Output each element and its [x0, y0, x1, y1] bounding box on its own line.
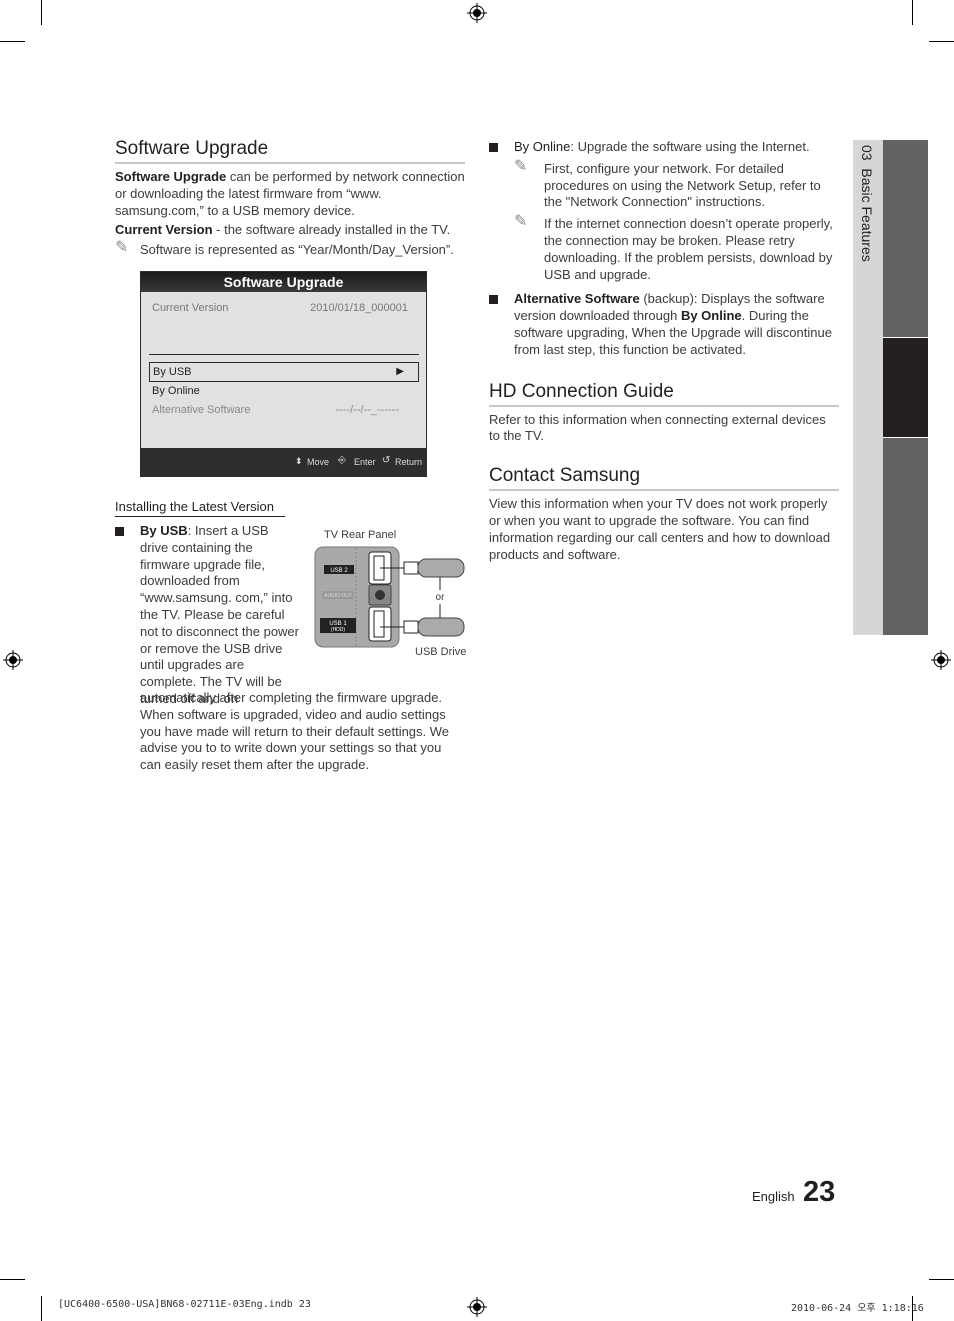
crop-mark — [0, 1279, 25, 1280]
usb-drive-top — [417, 558, 465, 578]
registration-mark-icon — [467, 1297, 487, 1317]
osd-item-label: By USB — [153, 366, 192, 378]
installing-subheading: Installing the Latest Version — [115, 499, 285, 517]
crop-mark — [912, 0, 913, 25]
section-heading-hd-connection: HD Connection Guide — [489, 381, 839, 407]
chapter-tab-block — [883, 140, 928, 337]
hd-connection-text: Refer to this information when connectin… — [489, 411, 826, 444]
crop-mark — [929, 1279, 954, 1280]
registration-mark-icon — [931, 650, 951, 670]
osd-move-label: Move — [307, 457, 330, 467]
move-icon: ⬍ — [295, 456, 303, 466]
bullet-by-usb: By USB: Insert a USB drive containing th… — [115, 523, 300, 708]
by-usb-continued: automatically after completing the firmw… — [140, 690, 450, 773]
chapter-label: 03 Basic Features — [859, 145, 875, 262]
bullet-square-icon — [489, 295, 498, 305]
registration-mark-icon — [3, 650, 23, 670]
tv-rear-panel-label: TV Rear Panel — [324, 529, 397, 541]
osd-alternative-value: ----/--/--_------ — [335, 404, 399, 416]
current-version-text: - the software already installed in the … — [212, 222, 451, 238]
chapter-tab-active — [883, 338, 928, 437]
usb-drive-label: USB Drive — [415, 646, 467, 658]
pencil-note-icon: ✎ — [514, 213, 528, 231]
crop-mark — [41, 0, 42, 25]
chapter-tab-block — [883, 438, 928, 635]
by-usb-item: By USB: Insert a USB drive containing th… — [115, 523, 300, 708]
pencil-note-icon: ✎ — [115, 239, 129, 257]
note-text: Software is represented as “Year/Month/D… — [140, 242, 454, 258]
usb-drive-bottom — [417, 617, 465, 637]
right-arrow-icon: ▶ — [396, 366, 404, 377]
chapter-title: Basic Features — [859, 168, 875, 262]
crop-mark — [0, 41, 25, 42]
pencil-note-icon: ✎ — [514, 157, 528, 175]
right-column: By Online: Upgrade the software using th… — [489, 139, 839, 566]
by-online-text: : Upgrade the software using the Interne… — [570, 139, 810, 154]
osd-item-by-usb[interactable]: By USB ▶ — [149, 362, 419, 382]
osd-item-alternative-software[interactable]: Alternative Software — [152, 404, 250, 416]
footer-language: English — [752, 1189, 795, 1204]
bullet-square-icon — [115, 527, 124, 536]
bullet-by-online: By Online: Upgrade the software using th… — [489, 139, 839, 156]
usb-port-bottom — [368, 606, 392, 642]
slug-file: [UC6400-6500-USA]BN68-02711E-03Eng.indb … — [58, 1299, 311, 1310]
contact-text: View this information when your TV does … — [489, 496, 831, 562]
section-heading-contact-samsung: Contact Samsung — [489, 465, 839, 492]
bullet-alternative-software: Alternative Software (backup): Displays … — [489, 291, 839, 358]
audio-out-text: AUDIO OUT — [324, 593, 352, 599]
alt-bold-2: By Online — [680, 308, 742, 324]
current-version-paragraph: Current Version - the software already i… — [115, 222, 465, 239]
osd-footer: ⬍ Move ⎆ Enter ↺ Return — [141, 448, 426, 476]
usb-plug-top — [403, 561, 419, 575]
usb1-sub-text: (HDD) — [331, 627, 345, 633]
intro-paragraph: Software Upgrade can be performed by net… — [115, 169, 465, 219]
page-number: 23 — [803, 1176, 836, 1208]
osd-title: Software Upgrade — [141, 272, 426, 292]
osd-current-version-value: 2010/01/18_000001 — [310, 302, 408, 314]
online-note-1: ✎ First, configure your network. For det… — [514, 157, 839, 211]
chapter-side-tab: 03 Basic Features — [853, 140, 883, 635]
enter-icon: ⎆ — [338, 455, 346, 466]
bullet-square-icon — [489, 143, 498, 152]
software-upgrade-osd: Software Upgrade Current Version 2010/01… — [140, 271, 427, 477]
osd-item-by-online[interactable]: By Online — [152, 385, 200, 397]
note2-text: If the internet connection doesn’t opera… — [544, 216, 833, 282]
or-label: or — [436, 592, 446, 603]
online-note-2: ✎ If the internet connection doesn’t ope… — [514, 213, 839, 283]
usb-plug-bottom — [403, 620, 419, 634]
by-usb-bold: By USB — [140, 523, 188, 538]
osd-return-label: Return — [395, 457, 423, 467]
return-icon: ↺ — [382, 455, 391, 466]
osd-separator — [149, 354, 419, 355]
osd-enter-label: Enter — [354, 457, 376, 467]
version-note: ✎ Software is represented as “Year/Month… — [115, 239, 465, 259]
left-column: Software Upgrade Software Upgrade can be… — [115, 138, 465, 259]
note1-text: First, configure your network. For detai… — [544, 160, 821, 210]
crop-mark — [929, 41, 954, 42]
section-heading-software-upgrade: Software Upgrade — [115, 138, 465, 164]
osd-current-version-label: Current Version — [152, 302, 229, 314]
usb2-text: USB 2 — [330, 568, 348, 574]
registration-mark-icon — [467, 3, 487, 23]
slug-date: 2010-06-24 오후 1:18:16 — [791, 1303, 924, 1314]
by-usb-text: : Insert a USB drive containing the firm… — [140, 523, 299, 706]
intro-bold: Software Upgrade — [115, 169, 227, 184]
current-version-bold: Current Version — [115, 222, 213, 238]
chapter-number: 03 — [859, 145, 875, 161]
alt-bold: Alternative Software — [514, 291, 640, 307]
crop-mark — [41, 1296, 42, 1321]
usb-connection-diagram: USB 2 AUDIO OUT USB 1 (HDD) or — [314, 546, 465, 648]
by-online-bold: By Online — [514, 139, 571, 154]
